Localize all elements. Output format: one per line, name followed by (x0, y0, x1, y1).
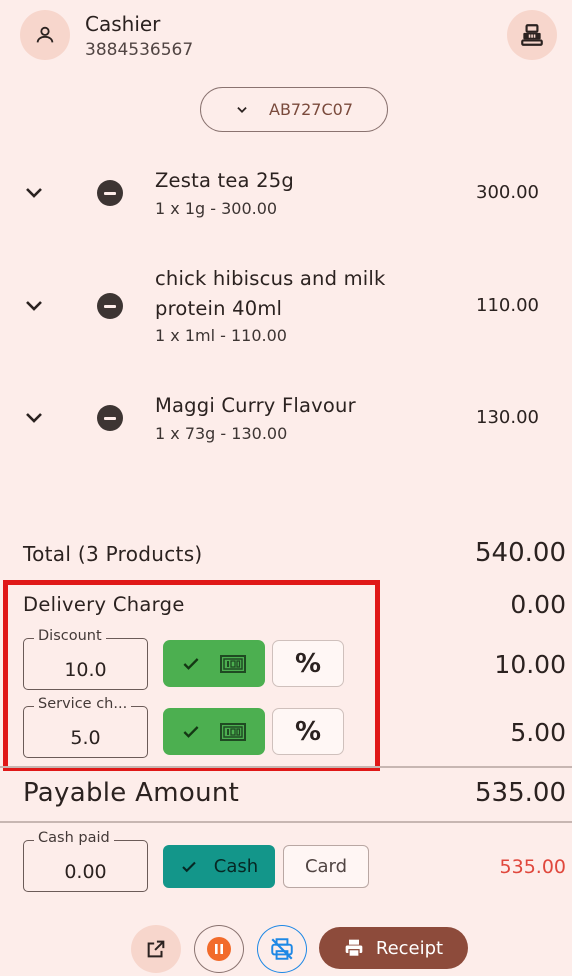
user-avatar-button[interactable] (20, 10, 70, 60)
payable-amount-value: 535.00 (475, 778, 566, 808)
cash-paid-field[interactable]: Cash paid 0.00 (23, 830, 148, 892)
cash-register-icon (521, 24, 543, 46)
money-icon (220, 722, 246, 741)
money-icon (220, 654, 246, 673)
service-charge-field[interactable]: Service ch... 5.0 (23, 696, 148, 758)
divider (0, 766, 572, 768)
printer-icon (345, 939, 363, 957)
service-charge-amount: 5.00 (510, 718, 566, 747)
total-value: 540.00 (475, 538, 566, 568)
chevron-down-icon[interactable] (22, 294, 46, 318)
item-price: 110.00 (476, 295, 539, 316)
item-price: 130.00 (476, 407, 539, 428)
cash-register-button[interactable] (507, 10, 557, 60)
printer-off-icon (271, 938, 293, 960)
remove-item-icon[interactable] (97, 180, 123, 206)
service-charge-value: 5.0 (70, 727, 101, 749)
order-code: AB727C07 (269, 100, 353, 119)
delivery-charge-label: Delivery Charge (23, 593, 185, 616)
cash-payment-button[interactable]: Cash (163, 845, 275, 888)
discount-label: Discount (34, 628, 106, 644)
pause-order-button[interactable] (194, 925, 244, 973)
service-fixed-toggle[interactable] (163, 708, 265, 755)
receipt-label: Receipt (375, 937, 444, 959)
item-detail: 1 x 1ml - 110.00 (155, 326, 287, 345)
discount-amount: 10.00 (494, 650, 566, 679)
open-external-button[interactable] (131, 925, 181, 973)
pause-icon (207, 937, 231, 961)
person-icon (36, 26, 54, 43)
cashier-phone: 3884536567 (85, 40, 194, 60)
cash-paid-label: Cash paid (34, 830, 114, 846)
item-detail: 1 x 73g - 130.00 (155, 424, 288, 443)
discount-fixed-toggle[interactable] (163, 640, 265, 687)
item-detail: 1 x 1g - 300.00 (155, 199, 278, 218)
service-percent-toggle[interactable]: % (272, 708, 344, 755)
receipt-button[interactable]: Receipt (319, 927, 468, 969)
remove-item-icon[interactable] (97, 405, 123, 431)
delivery-charge-value: 0.00 (510, 590, 566, 619)
print-disabled-button[interactable] (257, 925, 307, 973)
chevron-down-icon (237, 106, 247, 113)
item-name: Maggi Curry Flavour (155, 394, 356, 417)
discount-field[interactable]: Discount 10.0 (23, 628, 148, 690)
order-code-dropdown[interactable]: AB727C07 (200, 87, 388, 132)
item-name: Zesta tea 25g (155, 169, 294, 192)
check-icon (183, 725, 199, 738)
cash-paid-value: 0.00 (64, 861, 107, 883)
item-name: chick hibiscus and milk protein 40ml (155, 267, 386, 320)
item-price: 300.00 (476, 182, 539, 203)
check-icon (182, 861, 196, 872)
open-in-new-icon (147, 940, 165, 958)
payable-amount-label: Payable Amount (23, 778, 240, 808)
divider (0, 821, 572, 823)
cashier-title: Cashier (85, 12, 161, 36)
service-charge-label: Service ch... (34, 696, 132, 712)
discount-percent-toggle[interactable]: % (272, 640, 344, 687)
discount-value: 10.0 (64, 659, 107, 681)
cash-label: Cash (213, 856, 259, 877)
check-icon (183, 657, 199, 670)
remove-item-icon[interactable] (97, 293, 123, 319)
card-payment-button[interactable]: Card (283, 845, 369, 888)
payment-amount: 535.00 (499, 856, 566, 878)
total-label: Total (3 Products) (23, 542, 203, 566)
chevron-down-icon[interactable] (22, 406, 46, 430)
chevron-down-icon[interactable] (22, 181, 46, 205)
